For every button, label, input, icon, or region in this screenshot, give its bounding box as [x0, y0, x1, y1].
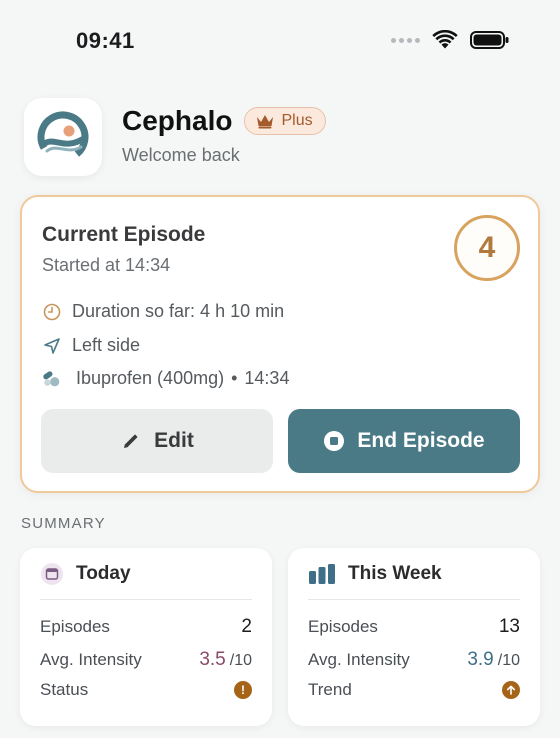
week-intensity-number: 3.9 [467, 649, 494, 670]
crown-icon [257, 114, 274, 128]
exclamation-icon: ! [234, 681, 252, 699]
today-episodes-value: 2 [241, 616, 252, 637]
medication-text: Ibuprofen (400mg) [76, 368, 225, 388]
app-title: Cephalo [122, 104, 233, 136]
clock-icon [42, 302, 62, 322]
today-episodes-row: Episodes 2 [40, 616, 252, 638]
today-episodes-label: Episodes [40, 617, 110, 636]
week-trend-row: Trend [308, 680, 520, 700]
week-intensity-row: Avg. Intensity 3.9 /10 [308, 649, 520, 671]
medication-time: 14:34 [244, 368, 290, 388]
episode-title: Current Episode [42, 223, 206, 246]
week-summary-card[interactable]: This Week Episodes 13 Avg. Intensity 3.9… [288, 548, 540, 726]
title-row: Cephalo Plus [122, 105, 326, 137]
duration-text: Duration so far: 4 h 10 min [72, 301, 285, 321]
end-episode-button[interactable]: End Episode [288, 409, 520, 473]
arrow-up-icon [502, 681, 520, 699]
today-title: Today [76, 563, 131, 584]
separator-dot: • [231, 368, 238, 388]
wifi-icon [432, 30, 458, 49]
side-row: Left side [42, 335, 140, 356]
today-status-label: Status [40, 680, 89, 699]
week-title: This Week [348, 563, 442, 584]
today-intensity-number: 3.5 [199, 649, 226, 670]
pills-icon [42, 369, 62, 389]
week-trend-label: Trend [308, 680, 352, 699]
app-logo [24, 98, 102, 176]
today-intensity-row: Avg. Intensity 3.5 /10 [40, 649, 252, 671]
week-episodes-label: Episodes [308, 617, 378, 636]
current-episode-card: Current Episode Started at 14:34 4 Durat… [20, 195, 540, 493]
today-intensity-value: 3.5 /10 [199, 649, 252, 671]
today-intensity-max: /10 [229, 652, 252, 669]
pencil-icon [124, 434, 138, 448]
status-time: 09:41 [76, 28, 135, 53]
header-text: Cephalo Plus Welcome back [122, 105, 326, 166]
location-arrow-icon [42, 336, 62, 356]
week-intensity-label: Avg. Intensity [308, 650, 410, 669]
episode-started: Started at 14:34 [42, 255, 171, 275]
status-icons [391, 30, 510, 50]
bar-chart-icon [309, 564, 335, 584]
battery-icon [470, 31, 509, 49]
medication-row: Ibuprofen (400mg) • 14:34 [42, 368, 289, 389]
summary-section-label: SUMMARY [21, 515, 106, 532]
week-divider [308, 599, 520, 600]
plus-badge[interactable]: Plus [244, 106, 326, 135]
today-status-row: Status ! [40, 680, 252, 700]
week-intensity-max: /10 [497, 652, 520, 669]
today-header: Today [40, 560, 131, 588]
welcome-subtitle: Welcome back [122, 144, 240, 165]
week-header: This Week [308, 560, 442, 588]
week-episodes-value: 13 [498, 616, 520, 637]
edit-button-label: Edit [154, 429, 194, 452]
stop-icon [324, 431, 345, 451]
cellular-signal-icon [391, 37, 420, 43]
today-summary-card[interactable]: Today Episodes 2 Avg. Intensity 3.5 /10 … [20, 548, 272, 726]
plus-badge-label: Plus [281, 111, 313, 129]
cephalo-logo-icon [37, 111, 89, 163]
edit-button[interactable]: Edit [41, 409, 273, 473]
intensity-indicator[interactable]: 4 [454, 215, 520, 281]
end-episode-label: End Episode [357, 429, 485, 452]
today-divider [40, 599, 252, 600]
duration-row: Duration so far: 4 h 10 min [42, 301, 284, 322]
calendar-icon [41, 563, 63, 585]
week-episodes-row: Episodes 13 [308, 616, 520, 638]
app-header: Cephalo Plus Welcome back [24, 98, 326, 176]
week-intensity-value: 3.9 /10 [467, 649, 520, 671]
status-bar: 09:41 [0, 0, 560, 84]
side-text: Left side [72, 335, 141, 355]
today-intensity-label: Avg. Intensity [40, 650, 142, 669]
